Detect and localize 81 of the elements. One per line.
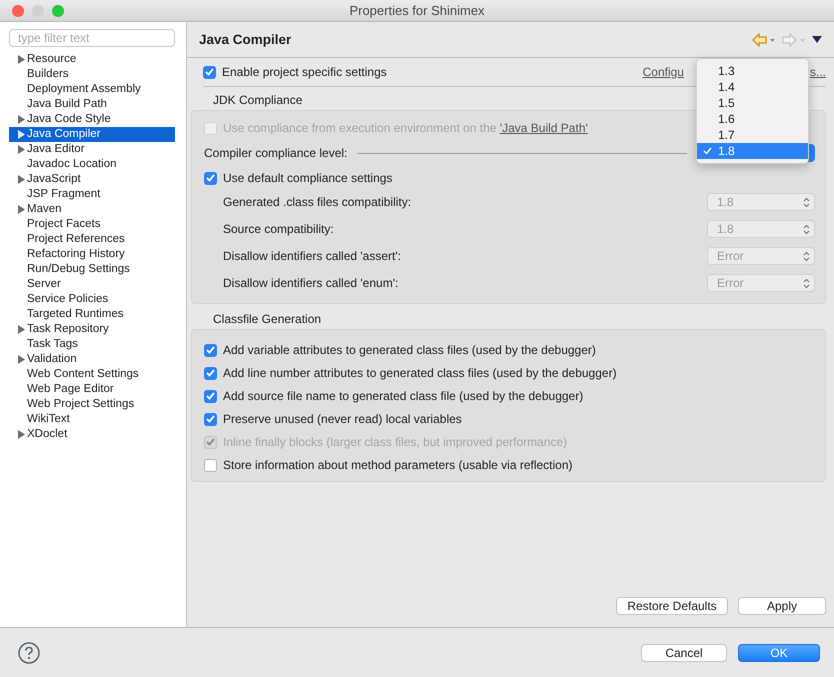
tree-item[interactable]: Web Project Settings xyxy=(9,397,175,412)
tree-item[interactable]: Server xyxy=(9,277,175,292)
tree-item[interactable]: WikiText xyxy=(9,412,175,427)
checkbox-label: Add line number attributes to generated class files (used by the debugger) xyxy=(223,366,617,380)
field-label: Disallow identifiers called 'enum': xyxy=(223,276,398,290)
expand-triangle-icon[interactable] xyxy=(18,205,25,214)
group-title: JDK Compliance xyxy=(213,93,302,107)
tree-item[interactable]: Java Compiler xyxy=(9,127,175,142)
stepper-icon xyxy=(803,250,810,262)
expand-triangle-icon[interactable] xyxy=(18,55,25,64)
tree-item[interactable]: Refactoring History xyxy=(9,247,175,262)
tree-item[interactable]: Task Tags xyxy=(9,337,175,352)
menu-option[interactable]: 1.3 xyxy=(697,63,808,79)
page-title: Java Compiler xyxy=(199,32,292,47)
tree-item[interactable]: Project References xyxy=(9,232,175,247)
checkbox[interactable] xyxy=(204,458,217,472)
tree-item[interactable]: Java Editor xyxy=(9,142,175,157)
field-label: Generated .class files compatibility: xyxy=(223,195,412,209)
menu-option[interactable]: 1.6 xyxy=(697,111,808,127)
tree-item[interactable]: Web Content Settings xyxy=(9,367,175,382)
menu-option[interactable]: 1.7 xyxy=(697,127,808,143)
tree-item[interactable]: JSP Fragment xyxy=(9,187,175,202)
checkbox[interactable] xyxy=(204,412,217,426)
tree-item[interactable]: XDoclet xyxy=(9,427,175,442)
checkbox[interactable] xyxy=(204,344,217,356)
stepper-icon xyxy=(803,224,810,234)
expand-triangle-icon[interactable] xyxy=(18,325,25,334)
configure-link[interactable]: s... xyxy=(810,65,826,79)
tree-item[interactable]: Builders xyxy=(9,67,175,82)
expand-triangle-icon[interactable] xyxy=(18,145,25,154)
checkbox[interactable] xyxy=(204,172,217,184)
stepper-icon xyxy=(803,278,810,288)
help-icon[interactable] xyxy=(18,642,40,664)
tree-item[interactable]: Run/Debug Settings xyxy=(9,262,175,277)
window-title: Properties for Shinimex xyxy=(349,3,485,18)
group-title: Classfile Generation xyxy=(213,312,322,326)
checkbox-label: Add source file name to generated class file (used by the debugger) xyxy=(223,389,584,403)
expand-triangle-icon[interactable] xyxy=(18,355,25,364)
tree-item[interactable]: Java Build Path xyxy=(9,97,175,112)
tree-item[interactable]: JavaScript xyxy=(9,172,175,187)
expand-triangle-icon[interactable] xyxy=(18,115,25,124)
view-menu-icon[interactable] xyxy=(812,36,822,43)
field-label: Compiler compliance level: xyxy=(204,146,348,160)
tree-item[interactable]: Targeted Runtimes xyxy=(9,307,175,322)
cancel-button[interactable]: Cancel xyxy=(641,644,727,662)
checkmark-icon xyxy=(703,147,712,155)
tree-item[interactable]: Javadoc Location xyxy=(9,157,175,172)
field-label: Source compatibility: xyxy=(223,222,334,236)
checkbox-label: Use default compliance settings xyxy=(223,171,392,185)
tree-item[interactable]: Validation xyxy=(9,352,175,367)
tree-item[interactable]: Service Policies xyxy=(9,292,175,307)
expand-triangle-icon[interactable] xyxy=(18,430,25,439)
expand-triangle-icon[interactable] xyxy=(18,175,25,184)
tree-item[interactable]: Resource xyxy=(9,52,175,67)
tree-item[interactable]: Task Repository xyxy=(9,322,175,337)
checkbox-label: Store information about method parameters (usable via reflection) xyxy=(223,458,573,472)
configure-link[interactable]: Configu xyxy=(642,65,684,79)
field-label: Disallow identifiers called 'assert': xyxy=(223,249,401,263)
checkbox[interactable] xyxy=(204,366,217,380)
restore-defaults-button[interactable]: Restore Defaults xyxy=(616,597,728,615)
stepper-icon xyxy=(803,196,810,208)
checkbox-label: Preserve unused (never read) local variables xyxy=(223,412,462,426)
checkbox-label: Use compliance from execution environment on the 'Java Build Path' xyxy=(223,121,588,135)
menu-option[interactable]: 1.4 xyxy=(697,79,808,95)
menu-option[interactable]: 1.8 xyxy=(697,143,808,159)
checkbox[interactable] xyxy=(203,66,216,78)
tree-item[interactable]: Maven xyxy=(9,202,175,217)
close-window-button[interactable] xyxy=(12,4,24,16)
checkbox-label: Add variable attributes to generated class files (used by the debugger) xyxy=(223,343,596,357)
checkbox-label: Enable project specific settings xyxy=(222,65,387,79)
back-arrow-icon[interactable] xyxy=(752,32,776,46)
menu-option[interactable]: 1.5 xyxy=(697,95,808,111)
apply-button[interactable]: Apply xyxy=(738,597,826,615)
tree-item[interactable]: Java Code Style xyxy=(9,112,175,127)
checkbox-label: Inline finally blocks (larger class files, but improved performance) xyxy=(223,435,568,449)
filter-field[interactable]: type filter text xyxy=(9,29,175,47)
tree-item[interactable]: Deployment Assembly xyxy=(9,82,175,97)
expand-triangle-icon[interactable] xyxy=(18,130,25,139)
tree-item[interactable]: Web Page Editor xyxy=(9,382,175,397)
checkbox[interactable] xyxy=(204,390,217,402)
tree-item[interactable]: Project Facets xyxy=(9,217,175,232)
